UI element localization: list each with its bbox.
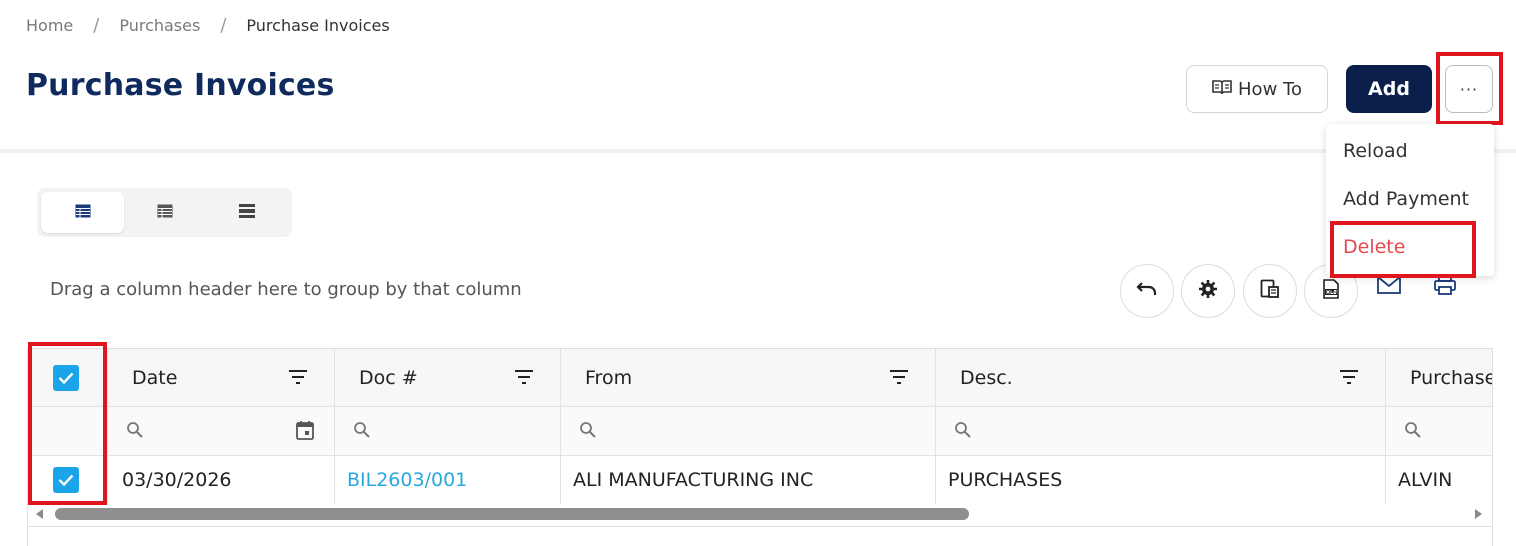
cell-desc-value: PURCHASES bbox=[948, 469, 1063, 491]
search-icon bbox=[579, 421, 597, 443]
mail-icon bbox=[1377, 276, 1401, 298]
compact-view-icon bbox=[238, 203, 255, 222]
scroll-left-arrow-icon[interactable] bbox=[36, 509, 43, 519]
search-icon bbox=[126, 421, 144, 443]
book-icon bbox=[1212, 79, 1232, 100]
group-by-hint: Drag a column header here to group by th… bbox=[50, 279, 522, 300]
grid-filter-row bbox=[28, 407, 1492, 456]
excel-icon bbox=[1322, 279, 1340, 303]
filter-cell-purchaser[interactable] bbox=[1386, 407, 1492, 455]
add-button[interactable]: Add bbox=[1346, 65, 1432, 113]
column-header-purchaser[interactable]: Purchaser bbox=[1386, 349, 1492, 406]
undo-icon bbox=[1136, 281, 1158, 301]
gear-icon bbox=[1198, 279, 1218, 303]
search-icon bbox=[353, 421, 371, 443]
column-header-from[interactable]: From bbox=[561, 349, 936, 406]
filter-cell-from[interactable] bbox=[561, 407, 936, 455]
scrollbar-thumb[interactable] bbox=[55, 508, 969, 520]
cell-from-value: ALI MANUFACTURING INC bbox=[573, 469, 814, 491]
column-header-date-label: Date bbox=[132, 366, 178, 389]
how-to-label: How To bbox=[1238, 78, 1302, 100]
export-button[interactable] bbox=[1243, 264, 1297, 318]
cell-doc: BIL2603/001 bbox=[335, 456, 561, 504]
print-icon bbox=[1434, 275, 1456, 299]
breadcrumb: Home / Purchases / Purchase Invoices bbox=[26, 14, 390, 36]
cell-date-value: 03/30/2026 bbox=[122, 469, 232, 491]
scroll-right-arrow-icon[interactable] bbox=[1475, 509, 1482, 519]
column-header-doc-label: Doc # bbox=[359, 366, 418, 389]
filter-cell-date[interactable] bbox=[108, 407, 335, 455]
filter-icon[interactable] bbox=[1339, 368, 1359, 390]
menu-item-reload[interactable]: Reload bbox=[1343, 140, 1408, 162]
undo-button[interactable] bbox=[1120, 264, 1174, 318]
search-icon bbox=[1404, 421, 1422, 443]
table-view-icon bbox=[75, 203, 91, 222]
menu-item-add-payment[interactable]: Add Payment bbox=[1343, 188, 1469, 210]
grid-header-row: Date Doc # From Desc. Purchaser bbox=[28, 349, 1492, 407]
cell-date: 03/30/2026 bbox=[108, 456, 335, 504]
calendar-icon[interactable] bbox=[296, 420, 314, 444]
page-title: Purchase Invoices bbox=[26, 68, 335, 103]
column-header-date[interactable]: Date bbox=[108, 349, 335, 406]
filter-cell-doc[interactable] bbox=[335, 407, 561, 455]
view-mode-list[interactable] bbox=[123, 192, 206, 233]
column-header-purchaser-label: Purchaser bbox=[1410, 366, 1492, 389]
export-icon bbox=[1260, 279, 1280, 303]
horizontal-scrollbar[interactable] bbox=[28, 504, 1492, 526]
settings-button[interactable] bbox=[1181, 264, 1235, 318]
breadcrumb-current: Purchase Invoices bbox=[246, 15, 390, 35]
breadcrumb-separator: / bbox=[93, 14, 100, 36]
view-mode-table[interactable] bbox=[41, 192, 124, 233]
filter-cell-desc[interactable] bbox=[936, 407, 1386, 455]
filter-icon[interactable] bbox=[514, 368, 534, 390]
how-to-button[interactable]: How To bbox=[1186, 65, 1328, 113]
cell-purchaser: ALVIN bbox=[1386, 456, 1492, 504]
list-view-icon bbox=[157, 203, 173, 222]
highlight-delete-item bbox=[1330, 221, 1476, 278]
view-mode-compact[interactable] bbox=[205, 192, 288, 233]
column-header-doc[interactable]: Doc # bbox=[335, 349, 561, 406]
cell-desc: PURCHASES bbox=[936, 456, 1386, 504]
table-row[interactable]: 03/30/2026 BIL2603/001 ALI MANUFACTURING… bbox=[28, 456, 1492, 504]
grid-footer-line bbox=[28, 526, 1492, 527]
cell-from: ALI MANUFACTURING INC bbox=[561, 456, 936, 504]
breadcrumb-purchases[interactable]: Purchases bbox=[119, 16, 200, 35]
filter-icon[interactable] bbox=[288, 368, 308, 390]
filter-icon[interactable] bbox=[889, 368, 909, 390]
column-header-from-label: From bbox=[585, 366, 633, 389]
highlight-more-button bbox=[1436, 52, 1503, 125]
view-mode-toggle bbox=[37, 188, 292, 237]
breadcrumb-home[interactable]: Home bbox=[26, 16, 73, 35]
cell-purchaser-value: ALVIN bbox=[1398, 469, 1453, 491]
search-icon bbox=[954, 421, 972, 443]
column-header-desc-label: Desc. bbox=[960, 366, 1013, 389]
breadcrumb-separator: / bbox=[220, 14, 227, 36]
highlight-checkbox-column bbox=[28, 342, 107, 505]
doc-number-link[interactable]: BIL2603/001 bbox=[335, 469, 467, 491]
header-divider bbox=[0, 149, 1516, 153]
column-header-desc[interactable]: Desc. bbox=[936, 349, 1386, 406]
